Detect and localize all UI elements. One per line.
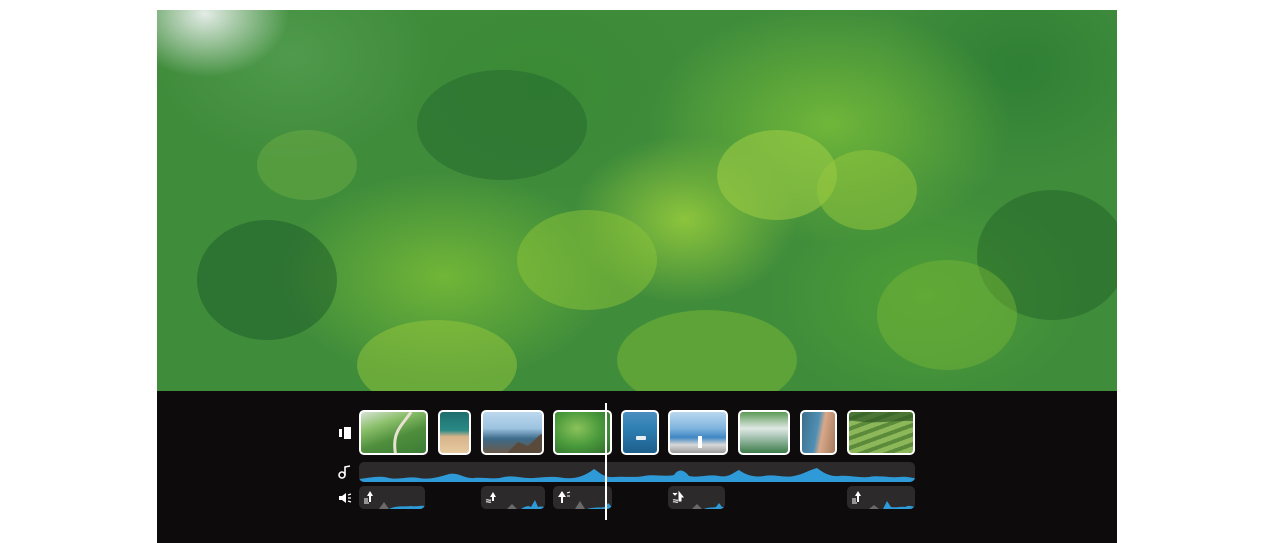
playhead[interactable] <box>605 403 607 520</box>
sfx-waveform <box>869 501 915 509</box>
clip-sea-rocks[interactable] <box>481 410 544 455</box>
video-editor <box>157 10 1117 543</box>
sfx-clip-waves[interactable] <box>481 486 545 509</box>
clip-boat-sea[interactable] <box>621 410 659 455</box>
canopy-highlight <box>717 130 837 220</box>
clip-forest-hills[interactable] <box>553 410 612 455</box>
timeline-panel <box>157 391 1117 543</box>
music-waveform <box>359 468 915 482</box>
sfx-waveform <box>575 501 612 509</box>
clip-misty-mountains[interactable] <box>738 410 790 455</box>
video-preview[interactable] <box>157 10 1117 391</box>
clip-lighthouse-coast[interactable] <box>668 410 728 455</box>
sfx-clip-wind[interactable] <box>359 486 425 509</box>
canopy-highlight <box>257 130 357 200</box>
music-note-icon <box>338 465 351 479</box>
canopy-shadow <box>197 220 337 340</box>
sfx-waveform <box>379 502 425 509</box>
sfx-clip-forest[interactable] <box>553 486 612 509</box>
music-track[interactable] <box>359 462 915 482</box>
sfx-clip-seagulls[interactable] <box>668 486 725 509</box>
canopy-highlight <box>357 320 517 391</box>
canopy-shadow <box>417 70 587 180</box>
clip-green-fields-road[interactable] <box>359 410 428 455</box>
clip-coastline-beach[interactable] <box>800 410 837 455</box>
clip-beach-aerial[interactable] <box>438 410 471 455</box>
sound-effects-icon <box>339 493 352 503</box>
canopy-highlight <box>877 260 1017 370</box>
canopy-highlight <box>817 150 917 230</box>
clip-rice-terraces[interactable] <box>847 410 915 455</box>
canopy-highlight <box>517 210 657 310</box>
sfx-clip-terraces[interactable] <box>847 486 915 509</box>
video-track-icon <box>339 427 351 439</box>
sfx-waveform <box>692 503 725 509</box>
canopy-highlight <box>617 310 797 391</box>
sfx-waveform <box>507 500 545 509</box>
